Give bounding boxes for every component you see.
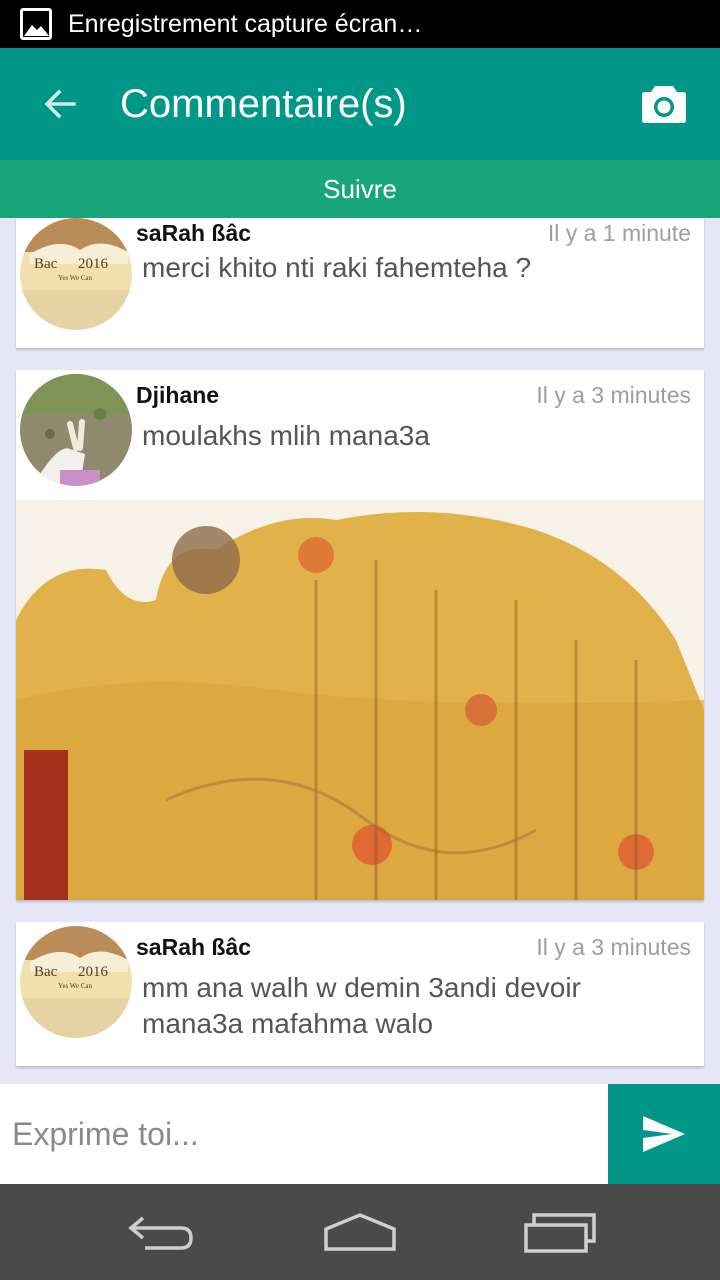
nav-home-button[interactable] — [320, 1208, 400, 1256]
comment-text: mm ana walh w demin 3andi devoir mana3a … — [142, 972, 581, 1039]
comment-time: Il y a 3 minutes — [536, 382, 691, 408]
camera-icon — [642, 86, 686, 123]
comment-text: moulakhs mlih mana3a — [142, 420, 430, 451]
home-icon — [324, 1213, 396, 1251]
avatar-text: Yes We Can — [58, 274, 92, 282]
comment-card: Bac 2016 Yes We Can saRah ßâc Il y a 1 m… — [16, 218, 704, 348]
comments-feed[interactable]: Bac 2016 Yes We Can saRah ßâc Il y a 1 m… — [0, 218, 720, 1084]
comment-card: Djihane Il y a 3 minutes moulakhs mlih m… — [16, 370, 704, 900]
nav-back-button[interactable] — [120, 1208, 200, 1256]
back-icon — [128, 1216, 193, 1250]
follow-button[interactable]: Suivre — [0, 160, 720, 218]
notification-text: Enregistrement capture écran… — [68, 9, 423, 38]
send-icon — [643, 1116, 685, 1152]
comment-text: merci khito nti raki fahemteha ? — [142, 252, 532, 283]
avatar[interactable]: Bac 2016 Yes We Can — [20, 218, 132, 330]
camera-button[interactable] — [608, 48, 720, 160]
system-nav-bar — [0, 1184, 720, 1280]
comment-author[interactable]: saRah ßâc — [136, 934, 251, 961]
comment-composer — [0, 1084, 720, 1184]
send-button[interactable] — [608, 1084, 720, 1184]
comment-image[interactable] — [16, 500, 704, 900]
image-icon — [20, 8, 52, 40]
avatar[interactable]: Bac 2016 Yes We Can — [20, 926, 132, 1038]
status-bar: Enregistrement capture écran… — [0, 0, 720, 48]
comment-input[interactable] — [0, 1084, 608, 1184]
comment-author[interactable]: Djihane — [136, 382, 219, 409]
avatar-text: 2016 — [78, 964, 109, 980]
comment-time: Il y a 3 minutes — [536, 934, 691, 960]
avatar[interactable] — [20, 374, 132, 486]
avatar-text: 2016 — [78, 256, 109, 272]
app-bar: Commentaire(s) — [0, 48, 720, 160]
page-title: Commentaire(s) — [120, 81, 407, 126]
avatar-text: Bac — [34, 964, 58, 980]
comment-card: Bac 2016 Yes We Can saRah ßâc Il y a 3 m… — [16, 922, 704, 1066]
avatar-text: Yes We Can — [58, 982, 92, 990]
avatar-text: Bac — [34, 256, 58, 272]
back-button[interactable] — [0, 48, 120, 160]
comment-time: Il y a 1 minute — [547, 220, 691, 246]
recents-icon — [524, 1213, 596, 1253]
comment-author[interactable]: saRah ßâc — [136, 220, 251, 247]
nav-recents-button[interactable] — [520, 1208, 600, 1256]
arrow-left-icon — [44, 89, 76, 119]
